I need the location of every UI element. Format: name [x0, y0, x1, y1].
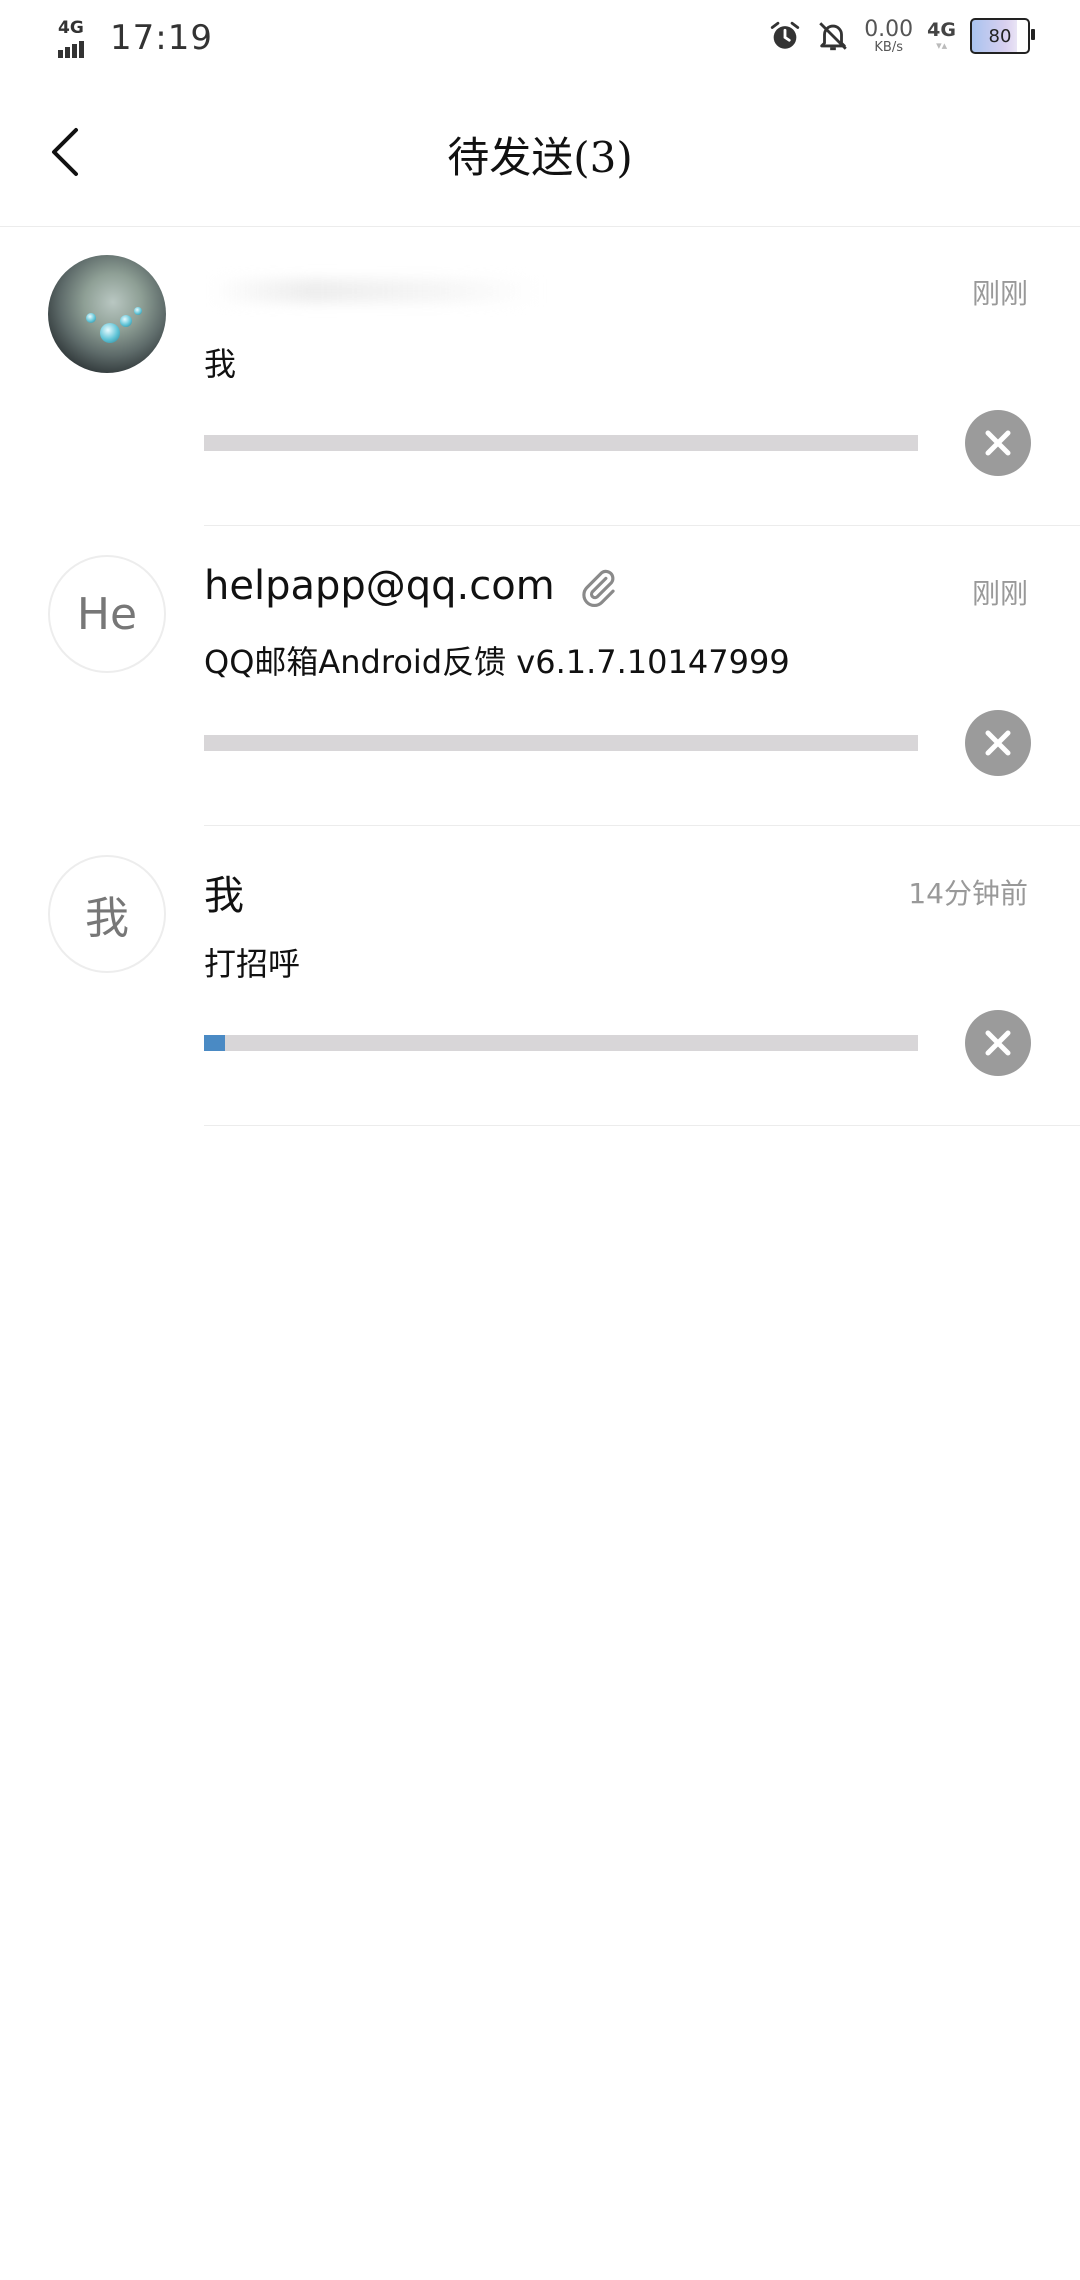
subject: 我: [204, 345, 237, 383]
mobile-data-indicator: 4G ▾▴: [927, 19, 956, 52]
divider: [204, 1125, 1080, 1126]
cancel-send-button[interactable]: [965, 1010, 1031, 1076]
divider: [204, 525, 1080, 526]
sender-name-row: helpapp@qq.com: [204, 563, 619, 609]
alarm-icon: [771, 21, 800, 49]
timestamp: 14分钟前: [908, 877, 1028, 910]
data-arrows-icon: ▾▴: [936, 39, 948, 52]
clock: 17:19: [110, 18, 213, 58]
notifications-off-icon: [819, 22, 847, 51]
attachment-icon: [582, 569, 616, 607]
outbox-item[interactable]: 刚刚 我: [0, 227, 1080, 527]
timestamp: 刚刚: [971, 577, 1028, 610]
network-type-label: 4G: [58, 18, 84, 38]
sender-name: [210, 279, 540, 303]
network-speed: 0.00 KB/s: [864, 16, 914, 55]
network-speed-unit: KB/s: [874, 39, 903, 55]
outbox-item[interactable]: He helpapp@qq.com 刚刚 QQ邮箱Android反馈 v6.1.…: [0, 527, 1080, 827]
nav-bar: 待发送(3): [0, 80, 1080, 227]
avatar-initials: He: [76, 588, 138, 640]
send-progress-bar: [204, 435, 918, 451]
cancel-send-button[interactable]: [965, 410, 1031, 476]
subject: QQ邮箱Android反馈 v6.1.7.10147999: [204, 643, 790, 681]
avatar: He: [48, 555, 166, 673]
timestamp: 刚刚: [971, 277, 1028, 310]
page-title: 待发送(3): [447, 133, 633, 182]
cancel-send-button[interactable]: [965, 710, 1031, 776]
send-progress-bar: [204, 735, 918, 751]
avatar: [48, 255, 166, 373]
divider: [204, 825, 1080, 826]
close-icon: [985, 430, 1011, 456]
outbox-item[interactable]: 我 我 14分钟前 打招呼: [0, 827, 1080, 1127]
progress-fill: [204, 1035, 226, 1051]
mobile-data-label: 4G: [927, 19, 956, 41]
close-icon: [985, 1030, 1011, 1056]
battery-level: 80: [988, 25, 1012, 47]
subject: 打招呼: [204, 945, 301, 983]
avatar: 我: [48, 855, 166, 973]
network-speed-value: 0.00: [864, 16, 914, 42]
battery-icon: 80: [970, 18, 1035, 54]
sender-name: 我: [204, 873, 244, 919]
sender-name: helpapp@qq.com: [204, 563, 555, 609]
close-icon: [985, 730, 1011, 756]
avatar-initials: 我: [85, 893, 129, 944]
signal-icon: 4G: [58, 18, 96, 58]
status-bar: 4G 17:19 0.00 KB/s 4G ▾▴ 80: [0, 0, 1080, 80]
send-progress-bar: [204, 1035, 918, 1051]
